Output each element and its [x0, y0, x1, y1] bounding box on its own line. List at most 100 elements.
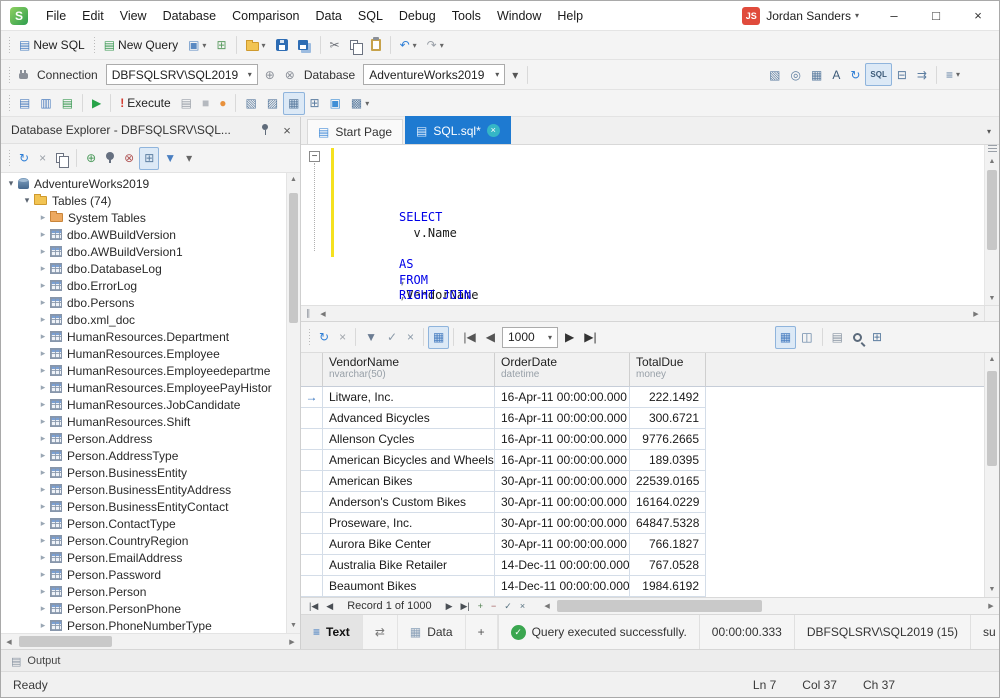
- maximize-button[interactable]: □: [915, 1, 957, 31]
- apply-changes-button[interactable]: ✓: [382, 326, 402, 349]
- query-profiler-button[interactable]: ▧: [240, 92, 261, 115]
- copy-button[interactable]: [51, 147, 72, 170]
- expand-arrow-icon[interactable]: [37, 212, 49, 223]
- scroll-down-icon[interactable]: [985, 292, 999, 305]
- tree-item[interactable]: HumanResources.Shift: [1, 413, 286, 430]
- tab-data[interactable]: ▦ Data: [398, 615, 466, 649]
- cell-order-date[interactable]: 30-Apr-11 00:00:00.000: [495, 534, 630, 555]
- tree-item[interactable]: dbo.Persons: [1, 294, 286, 311]
- show-groups-button[interactable]: ⊞: [139, 147, 159, 170]
- delete-record-button[interactable]: −: [487, 599, 500, 614]
- table-row[interactable]: Aurora Bike Center 30-Apr-11 00:00:00.00…: [301, 534, 999, 555]
- expand-arrow-icon[interactable]: [37, 348, 49, 359]
- scroll-down-icon[interactable]: [287, 619, 300, 633]
- prev-record-button[interactable]: ◀: [322, 599, 337, 614]
- first-page-button[interactable]: |◀: [458, 326, 480, 349]
- swap-view-button[interactable]: ⇄: [363, 615, 398, 649]
- tree-item[interactable]: HumanResources.Employeedepartme: [1, 362, 286, 379]
- scrollbar-thumb[interactable]: [987, 170, 997, 250]
- tree-item[interactable]: Person.Password: [1, 566, 286, 583]
- tree-item[interactable]: Person.Person: [1, 583, 286, 600]
- menu-item[interactable]: Edit: [74, 1, 112, 31]
- cut-button[interactable]: ✂: [325, 34, 345, 57]
- stop-button[interactable]: ■: [197, 92, 214, 115]
- scrollbar-track[interactable]: [17, 634, 284, 649]
- cell-total-due[interactable]: 222.1492: [630, 387, 706, 408]
- close-button[interactable]: ×: [957, 1, 999, 31]
- tree-item[interactable]: Person.PersonPhone: [1, 600, 286, 617]
- menu-item[interactable]: Tools: [444, 1, 489, 31]
- scroll-up-icon[interactable]: [985, 353, 999, 367]
- pin-icon[interactable]: [258, 123, 272, 137]
- cell-vendor-name[interactable]: Anderson's Custom Bikes: [323, 492, 495, 513]
- expand-arrow-icon[interactable]: [37, 297, 49, 308]
- image-view-button[interactable]: ▣: [325, 92, 346, 115]
- scroll-right-icon[interactable]: [968, 310, 984, 318]
- expand-arrow-icon[interactable]: [37, 365, 49, 376]
- user-avatar[interactable]: JS: [742, 7, 760, 25]
- column-header-vendor-name[interactable]: VendorName nvarchar(50): [323, 353, 495, 387]
- splitter-grip-icon[interactable]: [301, 308, 315, 319]
- menu-item[interactable]: Help: [549, 1, 591, 31]
- new-connection-button[interactable]: ⊕: [81, 147, 101, 170]
- menu-item[interactable]: Window: [489, 1, 549, 31]
- cell-vendor-name[interactable]: Allenson Cycles: [323, 429, 495, 450]
- tree-item[interactable]: dbo.xml_doc: [1, 311, 286, 328]
- expand-arrow-icon[interactable]: [37, 484, 49, 495]
- find-in-grid-button[interactable]: [848, 326, 867, 349]
- cell-total-due[interactable]: 1984.6192: [630, 576, 706, 597]
- save-all-button[interactable]: [293, 34, 316, 57]
- editor-horizontal-scrollbar[interactable]: [301, 305, 999, 322]
- code-line[interactable]: , p.TotalDue: [339, 195, 983, 211]
- execute-play-button[interactable]: ▶: [87, 92, 106, 115]
- paging-mode-button[interactable]: ▦: [428, 326, 449, 349]
- menu-item[interactable]: Comparison: [224, 1, 307, 31]
- view-list-button[interactable]: ≡: [941, 63, 965, 86]
- sql-editor[interactable]: SELECT v.Name AS: [301, 145, 999, 305]
- table-row[interactable]: Advanced Bicycles 16-Apr-11 00:00:00.000…: [301, 408, 999, 429]
- expand-arrow-icon[interactable]: [37, 586, 49, 597]
- add-view-button[interactable]: +: [466, 615, 498, 649]
- expand-arrow-icon[interactable]: [37, 467, 49, 478]
- last-record-button[interactable]: ▶|: [457, 599, 474, 614]
- execute-button[interactable]: ! Execute: [115, 92, 175, 115]
- execution-plan-button[interactable]: ▨: [262, 92, 283, 115]
- execute-options-button[interactable]: ▤: [176, 92, 197, 115]
- cell-vendor-name[interactable]: Litware, Inc.: [323, 387, 495, 408]
- validate-script-button[interactable]: ▤: [57, 92, 78, 115]
- code-line[interactable]: , p.OrderDate: [339, 179, 983, 195]
- column-header-total-due[interactable]: TotalDue money: [630, 353, 706, 387]
- disconnect-button[interactable]: ⊗: [119, 147, 139, 170]
- save-button[interactable]: [271, 34, 293, 57]
- cell-vendor-name[interactable]: Australia Bike Retailer: [323, 555, 495, 576]
- open-file-button[interactable]: [241, 34, 271, 57]
- expand-arrow-icon[interactable]: [37, 314, 49, 325]
- tree-item[interactable]: AdventureWorks2019: [1, 175, 286, 192]
- edit-connection-button[interactable]: ⊗: [280, 63, 300, 86]
- database-snapshot-button[interactable]: ◎: [785, 63, 805, 86]
- explorer-vertical-scrollbar[interactable]: [286, 173, 300, 633]
- cell-order-date[interactable]: 16-Apr-11 00:00:00.000: [495, 408, 630, 429]
- tree-item[interactable]: Person.PhoneNumberType: [1, 617, 286, 633]
- tab-list-dropdown[interactable]: [987, 127, 999, 136]
- close-icon[interactable]: [487, 124, 500, 137]
- tree-item[interactable]: Person.CountryRegion: [1, 532, 286, 549]
- table-row[interactable]: Proseware, Inc. 30-Apr-11 00:00:00.000 6…: [301, 513, 999, 534]
- generate-script-button[interactable]: ▧: [764, 63, 785, 86]
- refresh-button[interactable]: ↻: [845, 63, 865, 86]
- redo-button[interactable]: ↷: [422, 34, 449, 57]
- post-edit-button[interactable]: ✓: [500, 599, 516, 614]
- paste-button[interactable]: [366, 34, 386, 57]
- expand-arrow-icon[interactable]: [37, 382, 49, 393]
- output-panel-header[interactable]: Output: [1, 649, 999, 671]
- expand-arrow-icon[interactable]: [37, 620, 49, 631]
- connection-select[interactable]: DBFSQLSRV\SQL2019: [106, 64, 258, 85]
- table-row[interactable]: Litware, Inc. 16-Apr-11 00:00:00.000 222…: [301, 387, 999, 408]
- scrollbar-thumb[interactable]: [557, 600, 762, 612]
- cell-total-due[interactable]: 9776.2665: [630, 429, 706, 450]
- grid-horizontal-scrollbar[interactable]: [539, 598, 999, 614]
- cell-vendor-name[interactable]: Proseware, Inc.: [323, 513, 495, 534]
- cell-order-date[interactable]: 30-Apr-11 00:00:00.000: [495, 492, 630, 513]
- more-options-button[interactable]: ▾: [181, 147, 197, 170]
- cell-order-date[interactable]: 16-Apr-11 00:00:00.000: [495, 387, 630, 408]
